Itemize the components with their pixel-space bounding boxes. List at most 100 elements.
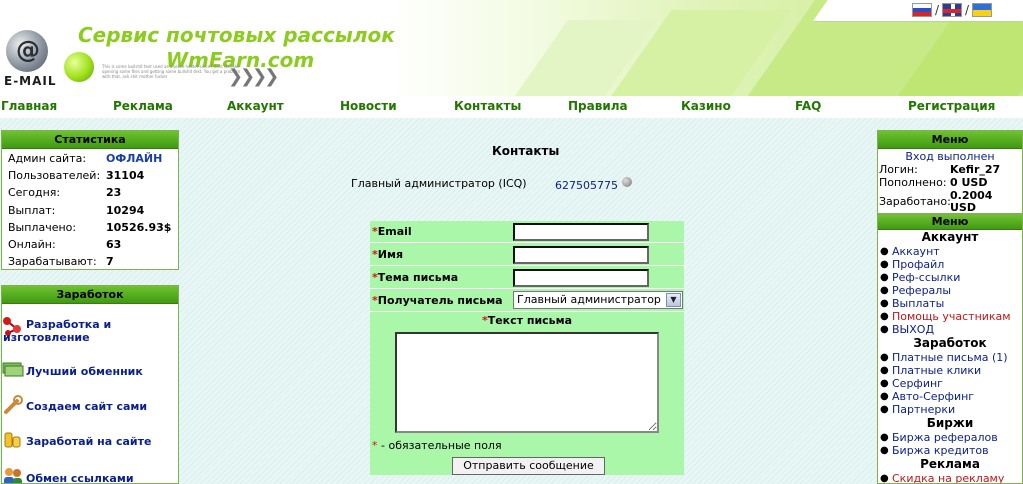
menu-item[interactable]: ● Партнерки [878, 403, 1022, 416]
nav-casino[interactable]: Казино [681, 99, 731, 113]
account-value: Kefir_27 [950, 163, 1001, 176]
stat-value: 7 [106, 255, 114, 269]
menu-item[interactable]: ● Платные письма (1) [878, 351, 1022, 364]
arrows-icon: ❯❯❯❯ [228, 66, 279, 87]
green-ball-icon [64, 52, 94, 82]
form-row-email: *Email [370, 221, 684, 243]
menu-section-title: Биржи [926, 416, 974, 430]
stat-label: Админ сайта: [8, 152, 87, 166]
menu-item[interactable]: ● Серфинг [878, 377, 1022, 390]
lang-separator: / [935, 3, 940, 17]
page-title: Контакты [492, 144, 560, 158]
stat-value: 23 [106, 186, 122, 200]
ua-flag-icon[interactable] [972, 3, 993, 17]
earn-label: Заработай на сайте [26, 435, 152, 448]
form-row-recipient: *Получатель письма Главный администратор… [370, 290, 684, 312]
account-row: Логин: Kefir_27 [878, 163, 1022, 176]
money-icon [2, 362, 24, 377]
stat-row: Выплат: 10294 [2, 202, 178, 219]
email-field[interactable] [513, 223, 649, 241]
ru-flag-icon[interactable] [912, 3, 932, 17]
earn-title: Заработок [2, 286, 178, 304]
nav-register[interactable]: Регистрация [908, 99, 995, 113]
stat-value: ОФЛАЙН [106, 152, 163, 166]
recipient-select[interactable]: Главный администратор ▼ [513, 291, 683, 309]
menu-item[interactable]: ● Платные клики [878, 364, 1022, 377]
earn-item[interactable]: Обмен ссылками [2, 466, 178, 483]
message-label: *Текст письма [481, 314, 573, 327]
account-label: Заработано: [879, 195, 951, 208]
earn-label: Лучший обменник [26, 365, 143, 378]
language-switcher: / / [912, 3, 993, 17]
menu-item[interactable]: ● ВЫХОД [878, 323, 1022, 336]
icq-status-icon [622, 177, 632, 187]
account-title: Меню [878, 131, 1022, 149]
nav-ads[interactable]: Реклама [113, 99, 173, 113]
earn-item[interactable]: Лучший обменник [2, 359, 178, 383]
stat-label: Пользователей: [8, 169, 101, 183]
admin-icq-number[interactable]: 627505775 [555, 179, 618, 192]
stat-row: Онлайн: 63 [2, 236, 178, 253]
name-label: *Имя [372, 248, 404, 261]
menu-item[interactable]: ● Рефералы [878, 284, 1022, 297]
stat-row: Админ сайта: ОФЛАЙН [2, 150, 178, 167]
nav-faq[interactable]: FAQ [795, 99, 821, 113]
account-label: Пополнено: [879, 176, 947, 189]
stat-row: Сегодня: 23 [2, 184, 178, 201]
menu-section-title: Заработок [913, 336, 987, 350]
earn-label: изготовление [3, 331, 90, 344]
logo-text: E-MAIL [4, 74, 57, 88]
account-value: 0 USD [950, 176, 988, 189]
recipient-label: *Получатель письма [372, 294, 503, 307]
uk-flag-icon[interactable] [942, 3, 963, 17]
stat-label: Сегодня: [8, 186, 61, 200]
account-box: Меню Вход выполнен Логин: Kefir_27 Попол… [877, 130, 1023, 214]
login-status: Вход выполнен [905, 150, 995, 163]
account-row: Заработано: 0.2004 USD [878, 190, 1022, 214]
earn-box: Заработок Разработка и изготовление Лучш… [1, 285, 179, 484]
earn-item[interactable]: Заработай на сайте [2, 429, 178, 453]
menu-item[interactable]: ● Профайл [878, 258, 1022, 271]
lang-separator: / [965, 3, 970, 17]
menu-title: Меню [878, 215, 1022, 230]
nav-rules[interactable]: Правила [568, 99, 628, 113]
stat-row: Зарабатывают: 7 [2, 253, 178, 270]
nav-contacts[interactable]: Контакты [454, 99, 521, 113]
earn-label: Разработка и [26, 318, 112, 331]
subject-field[interactable] [513, 269, 649, 287]
stat-value: 10526.93$ [106, 220, 172, 234]
stat-row: Выплачено: 10526.93$ [2, 219, 178, 236]
chevron-down-icon[interactable]: ▼ [666, 293, 681, 307]
menu-item[interactable]: ● Аккаунт [878, 245, 1022, 258]
menu-item[interactable]: ● Реф-ссылки [878, 271, 1022, 284]
message-textarea[interactable] [395, 332, 659, 433]
stats-title: Статистика [2, 131, 178, 149]
menu-item[interactable]: ● Биржа рефералов [878, 431, 1022, 444]
people-icon [4, 468, 22, 483]
site-header: / / E-MAIL Сервис почтовых рассылок WmEa… [0, 0, 1023, 96]
email-logo-icon[interactable] [6, 30, 48, 72]
menu-section-title: Реклама [920, 457, 980, 471]
menu-item[interactable]: ● Авто-Серфинг [878, 390, 1022, 403]
stat-label: Онлайн: [8, 238, 56, 252]
recipient-selected-value: Главный администратор [517, 293, 661, 306]
menu-item[interactable]: ● Скидка на рекламу [878, 472, 1022, 483]
site-title: Сервис почтовых рассылок [78, 23, 395, 47]
nav-news[interactable]: Новости [340, 99, 397, 113]
stat-value: 63 [106, 238, 122, 252]
earn-label: Создаем сайт сами [26, 400, 148, 413]
earn-item[interactable]: Создаем сайт сами [2, 394, 178, 418]
stat-value: 10294 [106, 203, 145, 217]
main-nav: Главная Реклама Аккаунт Новости Контакты… [0, 96, 1023, 118]
account-label: Логин: [879, 163, 918, 176]
menu-item[interactable]: ● Выплаты [878, 297, 1022, 310]
stat-label: Выплат: [8, 203, 56, 217]
nav-account[interactable]: Аккаунт [227, 99, 284, 113]
nav-home[interactable]: Главная [1, 99, 57, 113]
menu-item[interactable]: ● Помощь участникам [878, 310, 1022, 323]
earn-item[interactable]: Разработка и изготовление [2, 315, 178, 349]
send-message-button[interactable]: Отправить сообщение [452, 457, 605, 475]
name-field[interactable] [513, 246, 649, 264]
stat-row: Пользователей: 31104 [2, 167, 178, 184]
menu-item[interactable]: ● Биржа кредитов [878, 444, 1022, 457]
